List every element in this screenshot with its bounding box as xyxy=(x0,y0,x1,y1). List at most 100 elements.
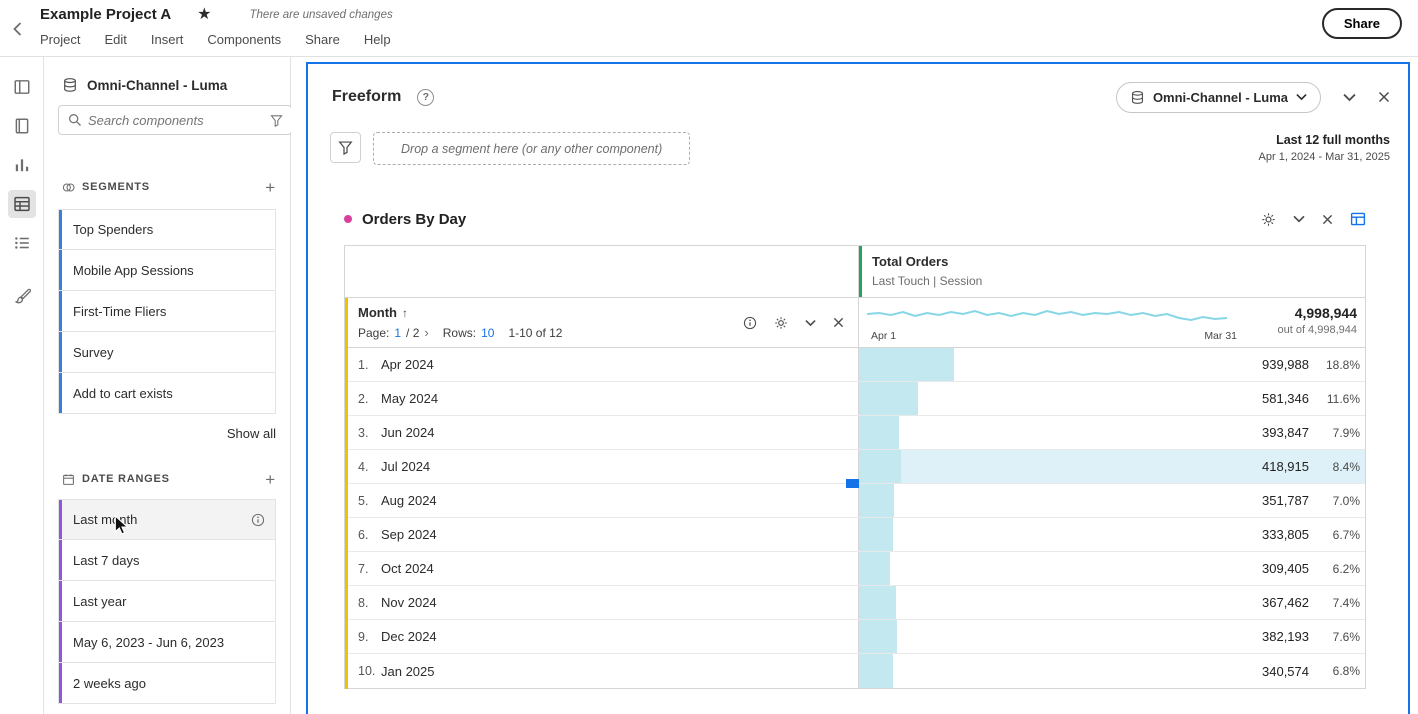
dimension-cell[interactable]: 8. Nov 2024 xyxy=(345,585,859,620)
visualizations-chart-icon[interactable] xyxy=(8,151,36,179)
panel-dataset-selector[interactable]: Omni-Channel - Luma xyxy=(1115,81,1321,113)
dimension-cell[interactable]: 5. Aug 2024 xyxy=(345,483,859,518)
table-row[interactable]: 3. Jun 2024 393,847 7.9% xyxy=(345,415,1365,450)
metric-value: 581,346 xyxy=(1262,391,1309,406)
date-range-item[interactable]: 2 weeks ago xyxy=(58,663,276,704)
dimension-cell[interactable]: 6. Sep 2024 xyxy=(345,517,859,552)
next-page-icon[interactable]: › xyxy=(424,325,428,340)
date-range-item[interactable]: Last month xyxy=(58,499,276,540)
show-all-link[interactable]: Show all xyxy=(44,426,276,441)
menu-share[interactable]: Share xyxy=(305,32,340,47)
table-row[interactable]: 1. Apr 2024 939,988 18.8% xyxy=(345,347,1365,382)
menu-project[interactable]: Project xyxy=(40,32,80,47)
info-icon[interactable] xyxy=(743,316,757,330)
panel-filter-button[interactable] xyxy=(330,132,361,163)
dimension-value: Jun 2024 xyxy=(381,425,435,440)
menu-help[interactable]: Help xyxy=(364,32,391,47)
dimension-header-row: Month ↑ Page: 1 / 2 › Rows: 10 1-10 of 1… xyxy=(345,298,1365,348)
metric-cell[interactable]: 418,915 8.4% xyxy=(859,450,1365,483)
dimension-cell[interactable]: 2. May 2024 xyxy=(345,381,859,416)
metric-cell[interactable]: 309,405 6.2% xyxy=(859,552,1365,585)
column-settings-gear-icon[interactable] xyxy=(774,316,788,330)
date-range-item[interactable]: Last 7 days xyxy=(58,540,276,581)
components-book-icon[interactable] xyxy=(8,112,36,140)
column-close-icon[interactable] xyxy=(833,317,844,328)
share-button[interactable]: Share xyxy=(1321,8,1402,39)
viz-collapse-icon[interactable] xyxy=(1293,215,1305,223)
table-row[interactable]: 6. Sep 2024 333,805 6.7% xyxy=(345,517,1365,552)
table-row[interactable]: 5. Aug 2024 351,787 7.0% xyxy=(345,483,1365,518)
date-range-item[interactable]: May 6, 2023 - Jun 6, 2023 xyxy=(58,622,276,663)
dimension-value: Apr 2024 xyxy=(381,357,434,372)
segment-dropzone[interactable]: Drop a segment here (or any other compon… xyxy=(373,132,691,165)
menu-edit[interactable]: Edit xyxy=(104,32,126,47)
metric-cell[interactable]: 382,193 7.6% xyxy=(859,620,1365,653)
filter-funnel-icon[interactable] xyxy=(270,114,283,127)
components-list-icon[interactable] xyxy=(8,229,36,257)
metric-attribution: Last Touch | Session xyxy=(872,274,983,288)
table-row[interactable]: 7. Oct 2024 309,405 6.2% xyxy=(345,551,1365,586)
left-icon-rail xyxy=(0,57,44,714)
dimension-cell[interactable]: 9. Dec 2024 xyxy=(345,619,859,654)
component-search-box[interactable] xyxy=(58,105,292,135)
close-panel-icon[interactable] xyxy=(1378,91,1390,103)
dimension-cell[interactable]: 1. Apr 2024 xyxy=(345,347,859,382)
metric-cell[interactable]: 581,346 11.6% xyxy=(859,382,1365,415)
segment-item[interactable]: Survey xyxy=(58,332,276,373)
metric-value: 418,915 xyxy=(1262,459,1309,474)
rows-per-page-link[interactable]: 10 xyxy=(481,326,494,340)
metric-value: 333,805 xyxy=(1262,527,1309,542)
segment-item[interactable]: Top Spenders xyxy=(58,209,276,250)
sidebar-dataset-row[interactable]: Omni-Channel - Luma xyxy=(44,57,290,99)
segment-item[interactable]: Mobile App Sessions xyxy=(58,250,276,291)
table-row[interactable]: 2. May 2024 581,346 11.6% xyxy=(345,381,1365,416)
table-row[interactable]: 10. Jan 2025 340,574 6.8% xyxy=(345,653,1365,689)
menu-insert[interactable]: Insert xyxy=(151,32,184,47)
search-input[interactable] xyxy=(88,112,264,128)
menu-components[interactable]: Components xyxy=(207,32,281,47)
dimension-value: May 2024 xyxy=(381,391,439,406)
dimension-header-cell[interactable]: Month ↑ Page: 1 / 2 › Rows: 10 1-10 of 1… xyxy=(345,298,859,347)
spark-end-label: Mar 31 xyxy=(1204,330,1237,342)
favorite-star-icon[interactable]: ★ xyxy=(197,6,211,23)
viz-settings-gear-icon[interactable] xyxy=(1261,212,1276,227)
dimension-cell[interactable]: 7. Oct 2024 xyxy=(345,551,859,586)
chevron-left-icon xyxy=(12,21,21,36)
metric-percent: 7.6% xyxy=(1332,629,1360,644)
dimension-cell[interactable]: 10. Jan 2025 xyxy=(345,653,859,689)
design-brush-icon[interactable] xyxy=(8,282,36,310)
panel-date-range[interactable]: Last 12 full months Apr 1, 2024 - Mar 31… xyxy=(1259,132,1390,163)
add-segment-button[interactable]: + xyxy=(265,179,276,196)
grand-total-note: out of 4,998,944 xyxy=(1277,324,1357,336)
metric-cell[interactable]: 340,574 6.8% xyxy=(859,654,1365,688)
info-icon[interactable] xyxy=(251,513,265,527)
metric-cell[interactable]: 939,988 18.8% xyxy=(859,348,1365,381)
dimension-cell[interactable]: 4. Jul 2024 xyxy=(345,449,859,484)
date-range-item[interactable]: Last year xyxy=(58,581,276,622)
collapse-panel-icon[interactable] xyxy=(1343,93,1356,102)
metric-cell[interactable]: 333,805 6.7% xyxy=(859,518,1365,551)
current-page-link[interactable]: 1 xyxy=(394,326,401,340)
dimension-cell[interactable]: 3. Jun 2024 xyxy=(345,415,859,450)
table-row[interactable]: 9. Dec 2024 382,193 7.6% xyxy=(345,619,1365,654)
metric-cell[interactable]: 367,462 7.4% xyxy=(859,586,1365,619)
data-table-view-icon[interactable] xyxy=(1350,211,1366,227)
add-date-range-button[interactable]: + xyxy=(265,471,276,488)
metric-header-cell[interactable]: Total Orders Last Touch | Session xyxy=(859,246,1365,297)
freeform-table-icon[interactable] xyxy=(7,190,36,218)
help-icon[interactable]: ? xyxy=(417,88,435,106)
column-collapse-icon[interactable] xyxy=(805,319,816,327)
back-button[interactable] xyxy=(0,0,34,57)
row-number: 3. xyxy=(358,425,369,440)
segment-item[interactable]: Add to cart exists xyxy=(58,373,276,414)
metric-cell[interactable]: 351,787 7.0% xyxy=(859,484,1365,517)
segment-item[interactable]: First-Time Fliers xyxy=(58,291,276,332)
segment-label: Top Spenders xyxy=(73,222,154,237)
panels-icon[interactable] xyxy=(8,73,36,101)
sort-ascending-icon[interactable]: ↑ xyxy=(402,306,408,320)
metric-cell[interactable]: 393,847 7.9% xyxy=(859,416,1365,449)
metric-value: 351,787 xyxy=(1262,493,1309,508)
table-row[interactable]: 8. Nov 2024 367,462 7.4% xyxy=(345,585,1365,620)
viz-close-icon[interactable] xyxy=(1322,214,1333,225)
metric-percent: 6.2% xyxy=(1332,561,1360,576)
